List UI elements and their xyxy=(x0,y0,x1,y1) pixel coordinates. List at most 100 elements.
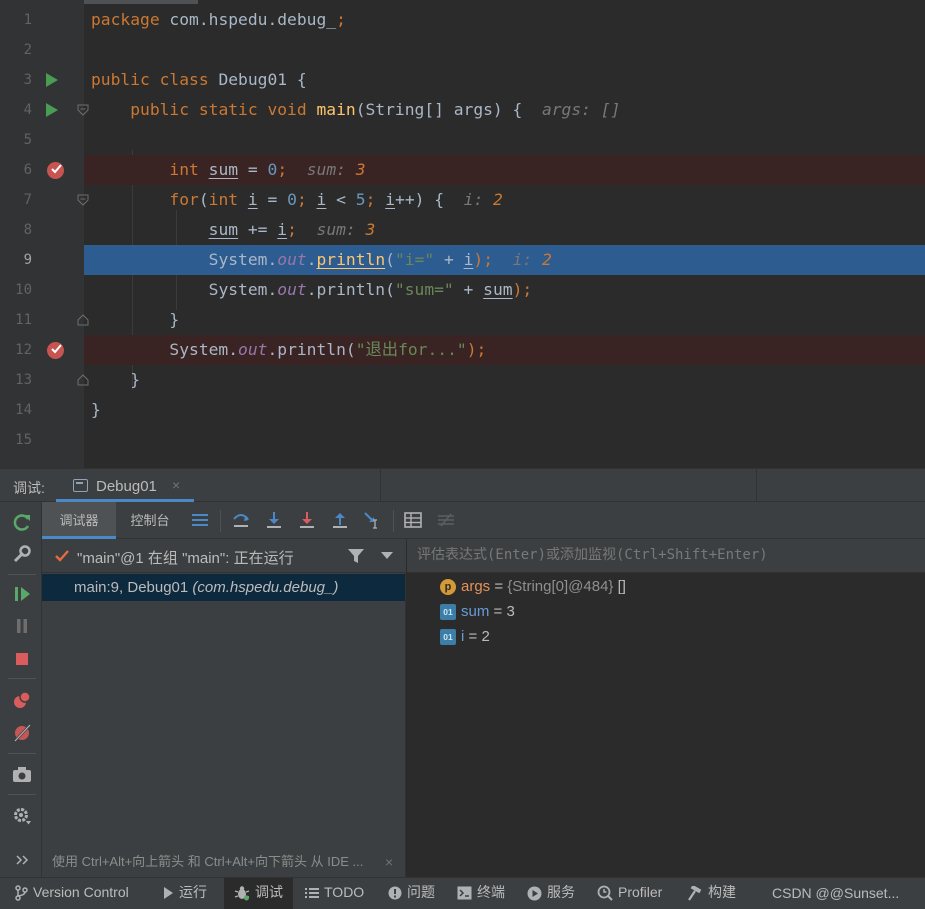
code-text[interactable]: sum += i; sum: 3 xyxy=(91,215,376,245)
code-line-4[interactable]: 4 public static void main(String[] args)… xyxy=(0,95,925,125)
debug-window-title: 调试: xyxy=(13,480,45,496)
mute-breakpoints-icon[interactable] xyxy=(11,722,33,744)
tab-console[interactable]: 控制台 xyxy=(116,502,184,539)
fold-end-icon[interactable] xyxy=(77,314,89,326)
tab-debug01[interactable]: Debug01 × xyxy=(56,469,194,502)
code-line-11[interactable]: 11 } xyxy=(0,305,925,335)
code-line-12[interactable]: 12 System.out.println("退出for..."); xyxy=(0,335,925,365)
line-number: 10 xyxy=(15,282,32,298)
rerun-icon[interactable] xyxy=(11,511,33,533)
debug-tool-button[interactable]: 调试 xyxy=(224,878,293,909)
primitive-variable-icon: 01 xyxy=(440,604,456,620)
code-text[interactable]: } xyxy=(91,365,140,395)
check-icon xyxy=(55,550,69,562)
profiler-tool-button[interactable]: Profiler xyxy=(597,878,662,909)
code-line-6[interactable]: 6 int sum = 0; sum: 3 xyxy=(0,155,925,185)
code-line-10[interactable]: 10 System.out.println("sum=" + sum); xyxy=(0,275,925,305)
thread-selector[interactable]: "main"@1 在组 "main": 正在运行 xyxy=(42,539,406,573)
variables-panel: 评估表达式(Enter)或添加监视(Ctrl+Shift+Enter) p ar… xyxy=(407,539,925,877)
code-text[interactable]: public class Debug01 { xyxy=(91,65,307,95)
wrench-icon[interactable] xyxy=(11,543,33,565)
code-editor[interactable]: 1 package com.hspedu.debug_; 2 3 public … xyxy=(0,0,925,468)
code-line-7[interactable]: 7 for(int i = 0; i < 5; i++) { i: 2 xyxy=(0,185,925,215)
code-text[interactable]: for(int i = 0; i < 5; i++) { i: 2 xyxy=(91,185,502,215)
more-chevron-icon[interactable] xyxy=(11,852,33,868)
line-number: 11 xyxy=(15,312,32,328)
terminal-tool-button[interactable]: 终端 xyxy=(457,878,505,909)
trace-current-stream-icon[interactable] xyxy=(436,510,456,530)
tab-label: Debug01 xyxy=(96,478,157,495)
code-line-3[interactable]: 3 public class Debug01 { xyxy=(0,65,925,95)
problems-tool-button[interactable]: 问题 xyxy=(388,878,435,909)
code-line-5[interactable]: 5 xyxy=(0,125,925,155)
divider xyxy=(380,469,381,502)
fold-end-icon[interactable] xyxy=(77,374,89,386)
inline-debug-hint: sum: xyxy=(287,160,356,179)
code-text[interactable]: System.out.println("退出for..."); xyxy=(91,335,486,365)
code-line-14[interactable]: 14 } xyxy=(0,395,925,425)
todo-tool-button[interactable]: TODO xyxy=(305,878,364,909)
code-text[interactable]: int sum = 0; sum: 3 xyxy=(91,155,365,185)
code-line-2[interactable]: 2 xyxy=(0,35,925,65)
force-step-into-icon[interactable] xyxy=(297,510,317,530)
fold-icon[interactable] xyxy=(77,194,89,206)
line-number: 5 xyxy=(23,132,32,148)
code-text[interactable]: public static void main(String[] args) {… xyxy=(91,95,620,125)
run-gutter-icon[interactable] xyxy=(46,73,58,87)
branch-icon xyxy=(15,885,28,902)
line-number: 2 xyxy=(23,42,32,58)
line-number: 9 xyxy=(23,252,32,268)
filter-icon[interactable] xyxy=(347,548,365,564)
step-into-icon[interactable] xyxy=(264,510,284,530)
run-tool-button[interactable]: 运行 xyxy=(162,878,207,909)
line-number: 15 xyxy=(15,432,32,448)
view-breakpoints-icon[interactable] xyxy=(11,689,33,711)
stack-frame-selected[interactable]: main:9, Debug01 (com.hspedu.debug_) xyxy=(42,574,405,601)
run-to-cursor-icon[interactable] xyxy=(362,510,382,530)
chevron-down-icon[interactable] xyxy=(381,552,393,559)
line-number: 12 xyxy=(15,342,32,358)
inline-debug-hint: args: [] xyxy=(522,100,621,119)
camera-icon[interactable] xyxy=(11,764,33,786)
code-line-13[interactable]: 13 } xyxy=(0,365,925,395)
close-icon[interactable]: × xyxy=(172,477,180,493)
thread-label: "main"@1 在组 "main": 正在运行 xyxy=(77,550,294,567)
toolbar-separator xyxy=(8,574,36,575)
version-control-button[interactable]: Version Control xyxy=(14,878,129,909)
fold-icon[interactable] xyxy=(77,104,89,116)
code-text[interactable]: } xyxy=(91,305,179,335)
gear-icon[interactable] xyxy=(11,805,33,827)
navigation-hint: 使用 Ctrl+Alt+向上箭头 和 Ctrl+Alt+向下箭头 从 IDE .… xyxy=(42,847,405,877)
code-text[interactable]: System.out.println("sum=" + sum); xyxy=(91,275,533,305)
code-line-8[interactable]: 8 sum += i; sum: 3 xyxy=(0,215,925,245)
step-out-icon[interactable] xyxy=(330,510,350,530)
pause-icon[interactable] xyxy=(11,615,33,637)
evaluate-expression-input[interactable]: 评估表达式(Enter)或添加监视(Ctrl+Shift+Enter) xyxy=(407,539,925,573)
step-over-icon[interactable] xyxy=(231,510,251,530)
services-tool-button[interactable]: 服务 xyxy=(527,878,575,909)
build-tool-button[interactable]: 构建 xyxy=(687,878,736,909)
divider xyxy=(756,469,757,502)
hammer-icon xyxy=(688,885,702,901)
code-line-9-current[interactable]: 9 System.out.println("i=" + i); i: 2 xyxy=(0,245,925,275)
primitive-variable-icon: 01 xyxy=(440,629,456,645)
code-line-1[interactable]: 1 package com.hspedu.debug_; xyxy=(0,5,925,35)
layout-menu-icon[interactable] xyxy=(190,510,210,530)
close-icon[interactable]: × xyxy=(385,847,393,877)
code-text[interactable]: package com.hspedu.debug_; xyxy=(91,5,346,35)
evaluate-expression-icon[interactable] xyxy=(403,510,423,530)
code-text[interactable]: System.out.println("i=" + i); i: 2 xyxy=(91,245,552,275)
breakpoint-icon[interactable] xyxy=(47,162,64,179)
code-line-15[interactable]: 15 xyxy=(0,425,925,455)
watermark-text: CSDN @@Sunset... xyxy=(772,885,900,901)
breakpoint-icon[interactable] xyxy=(47,342,64,359)
run-gutter-icon[interactable] xyxy=(46,103,58,117)
code-text[interactable]: } xyxy=(91,395,101,425)
services-icon xyxy=(527,886,542,901)
line-number: 6 xyxy=(23,162,32,178)
resume-icon[interactable] xyxy=(11,583,33,605)
list-icon xyxy=(305,888,319,899)
tab-debugger[interactable]: 调试器 xyxy=(42,502,116,539)
stop-icon[interactable] xyxy=(11,648,33,670)
console-tab-icon xyxy=(73,479,88,492)
